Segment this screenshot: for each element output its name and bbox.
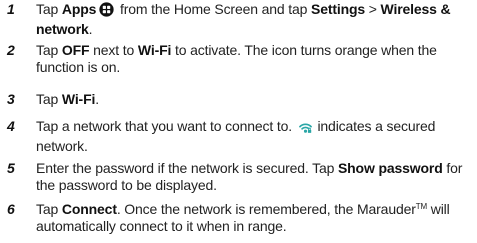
trademark-mark: TM: [415, 202, 427, 211]
secured-wifi-icon: [298, 121, 312, 138]
step-number: 3: [7, 91, 15, 107]
step-text: Enter the password if the network is sec…: [36, 160, 463, 193]
apps-grid-icon: [99, 2, 114, 21]
off-label: OFF: [61, 42, 90, 58]
settings-label: Settings: [311, 1, 366, 17]
step-text: Tap OFF next to Wi-Fi to activate. The i…: [36, 42, 437, 75]
step-number: 2: [7, 42, 15, 58]
step-text: Tap Connect. Once the network is remembe…: [36, 201, 450, 234]
wifi-label: Wi-Fi: [61, 91, 96, 107]
step-number: 1: [7, 1, 15, 17]
show-password-label: Show password: [337, 160, 443, 176]
step-number: 5: [7, 160, 15, 176]
step-text: Tap Wi-Fi.: [36, 91, 99, 107]
instruction-steps: 1 Tap Apps from the Home Screen and tap …: [0, 0, 477, 243]
step-number: 4: [7, 118, 15, 134]
step-text: Tap a network that you want to connect t…: [36, 118, 436, 154]
wifi-label: Wi-Fi: [137, 42, 172, 58]
step-number: 6: [7, 201, 15, 217]
apps-label: Apps: [61, 1, 97, 17]
step-text: Tap Apps from the Home Screen and tap Se…: [36, 1, 451, 37]
connect-label: Connect: [61, 201, 117, 217]
